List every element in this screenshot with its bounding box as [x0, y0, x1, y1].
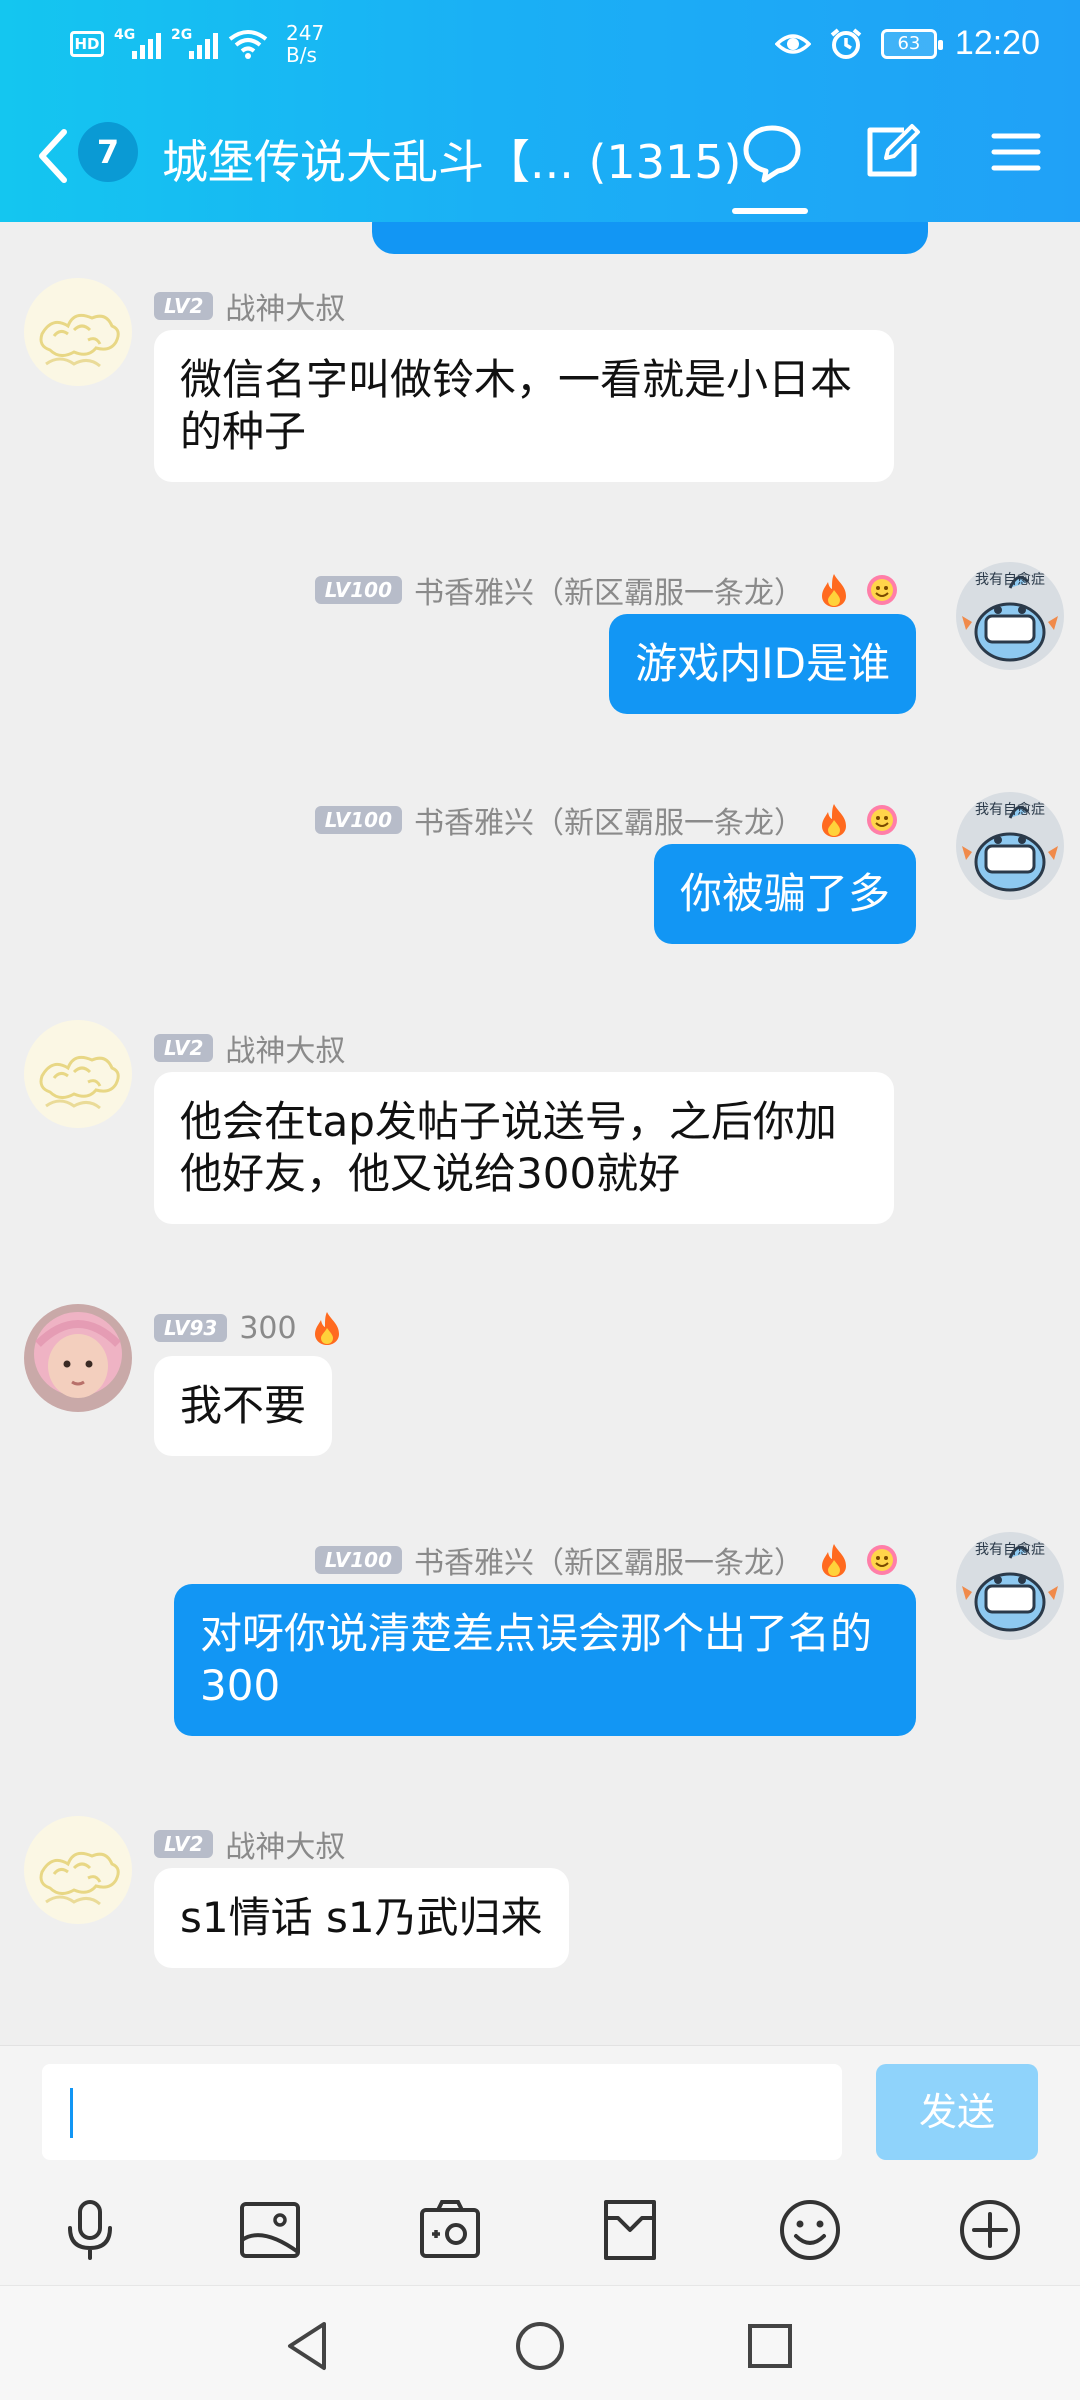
message-meta: LV100 书香雅兴（新区霸服一条龙） [314, 798, 900, 842]
message-bubble[interactable]: 我不要 [154, 1356, 333, 1456]
message-meta: LV2 战神大叔 [154, 1822, 345, 1866]
sender-name[interactable]: 战神大叔 [225, 1822, 345, 1866]
alarm-icon [830, 27, 862, 59]
message-bubble[interactable]: 你被骗了多 [653, 844, 916, 944]
edit-icon[interactable] [860, 120, 924, 184]
fire-icon [822, 1544, 846, 1577]
camera-icon[interactable] [416, 2196, 484, 2264]
mudkip-avatar-image: 我有自愈症 [956, 562, 1064, 670]
net-speed-unit: B/s [286, 43, 317, 67]
level-badge: LV2 [154, 292, 214, 320]
net-speed: 247 B/s [286, 22, 324, 66]
message-bubble[interactable]: 他会在tap发帖子说送号，之后你加他好友，他又说给300就好 [154, 1072, 894, 1224]
message-meta: LV100 书香雅兴（新区霸服一条龙） [314, 568, 900, 612]
battery-icon: 63 [880, 28, 943, 59]
baby-photo-avatar-image [24, 1304, 132, 1412]
status-bar: HD 4G 2G 247 B/s 63 12:20 [0, 0, 1080, 92]
menu-icon[interactable] [984, 120, 1048, 184]
net-speed-value: 247 [286, 21, 325, 45]
unread-badge[interactable]: 7 [78, 122, 138, 182]
mudkip-avatar-image: 我有自愈症 [956, 792, 1064, 900]
level-badge: LV100 [314, 806, 402, 834]
level-badge: LV100 [314, 1546, 402, 1574]
smile-emoji-icon [867, 575, 897, 605]
message-bubble[interactable]: 微信名字叫做铃木，一看就是小日本的种子 [154, 330, 894, 482]
message-bubble[interactable]: 游戏内ID是谁 [609, 614, 916, 714]
avatar-cloud[interactable] [24, 1816, 132, 1924]
level-badge: LV100 [314, 576, 402, 604]
fire-icon [822, 574, 846, 607]
nav-recents-icon[interactable] [740, 2316, 800, 2376]
emoji-icon[interactable] [776, 2196, 844, 2264]
wifi-icon [228, 30, 268, 59]
nav-home-icon[interactable] [510, 2316, 570, 2376]
microphone-icon[interactable] [56, 2196, 124, 2264]
signal-4g-icon: 4G [114, 27, 161, 59]
text-cursor [70, 2088, 73, 2138]
message-list[interactable]: LV2 战神大叔 微信名字叫做铃木，一看就是小日本的种子 LV100 书香雅兴（… [0, 222, 1080, 2045]
network-2g-label: 2G [171, 27, 193, 43]
eye-icon [774, 33, 811, 54]
image-icon[interactable] [236, 2196, 304, 2264]
signal-2g-icon: 2G [171, 27, 218, 59]
sender-name[interactable]: 战神大叔 [225, 1026, 345, 1070]
smile-emoji-icon [867, 1545, 897, 1575]
nav-bar: 7 城堡传说大乱斗【... (1315) [0, 92, 1080, 222]
sender-name[interactable]: 书香雅兴（新区霸服一条龙） [414, 798, 804, 842]
cloud-pattern-avatar-image [24, 1816, 132, 1924]
message-meta: LV2 战神大叔 [154, 1026, 345, 1070]
level-badge: LV93 [154, 1314, 228, 1342]
avatar-baby[interactable] [24, 1304, 132, 1412]
message-input[interactable] [42, 2064, 842, 2160]
sender-name[interactable]: 书香雅兴（新区霸服一条龙） [414, 1538, 804, 1582]
plus-icon[interactable] [956, 2196, 1024, 2264]
sender-name[interactable]: 300 [239, 1311, 296, 1346]
cloud-pattern-avatar-image [24, 278, 132, 386]
status-left: HD 4G 2G 247 B/s [70, 22, 324, 66]
chat-bubble-icon[interactable] [740, 120, 804, 184]
hd-icon: HD [70, 31, 104, 57]
nav-back-icon[interactable] [278, 2316, 338, 2376]
sender-name[interactable]: 书香雅兴（新区霸服一条龙） [414, 568, 804, 612]
cloud-pattern-avatar-image [24, 1020, 132, 1128]
avatar-caption: 我有自愈症 [975, 1542, 1045, 1558]
avatar-cloud[interactable] [24, 1020, 132, 1128]
composer: 发送 [0, 2045, 1080, 2285]
level-badge: LV2 [154, 1830, 214, 1858]
message-bubble[interactable]: s1情话 s1乃武归来 [154, 1868, 569, 1968]
file-icon[interactable] [596, 2196, 664, 2264]
avatar-mudkip[interactable]: 我有自愈症 [956, 1532, 1064, 1640]
fire-icon [314, 1312, 339, 1345]
message-meta: LV93 300 [154, 1310, 345, 1346]
level-badge: LV2 [154, 1034, 214, 1062]
avatar-caption: 我有自愈症 [975, 572, 1045, 588]
network-4g-label: 4G [114, 27, 136, 43]
system-nav-bar [0, 2285, 1080, 2400]
active-tab-indicator [732, 208, 808, 214]
back-arrow-icon[interactable] [30, 124, 74, 188]
avatar-caption: 我有自愈症 [975, 802, 1045, 818]
message-meta: LV2 战神大叔 [154, 284, 345, 328]
chat-title[interactable]: 城堡传说大乱斗【... (1315) [162, 126, 741, 192]
avatar-mudkip[interactable]: 我有自愈症 [956, 792, 1064, 900]
sender-name[interactable]: 战神大叔 [225, 284, 345, 328]
avatar-mudkip[interactable]: 我有自愈症 [956, 562, 1064, 670]
clock: 12:20 [954, 24, 1040, 62]
smile-emoji-icon [867, 805, 897, 835]
status-right: 63 12:20 [774, 24, 1040, 63]
previous-message-bubble [372, 222, 928, 254]
message-bubble[interactable]: 对呀你说清楚差点误会那个出了名的300 [174, 1584, 916, 1736]
header: HD 4G 2G 247 B/s 63 12:20 7 城堡传说大乱斗【... … [0, 0, 1080, 222]
avatar-cloud[interactable] [24, 278, 132, 386]
message-meta: LV100 书香雅兴（新区霸服一条龙） [314, 1538, 900, 1582]
fire-icon [822, 804, 846, 837]
send-button[interactable]: 发送 [876, 2064, 1038, 2160]
mudkip-avatar-image: 我有自愈症 [956, 1532, 1064, 1640]
